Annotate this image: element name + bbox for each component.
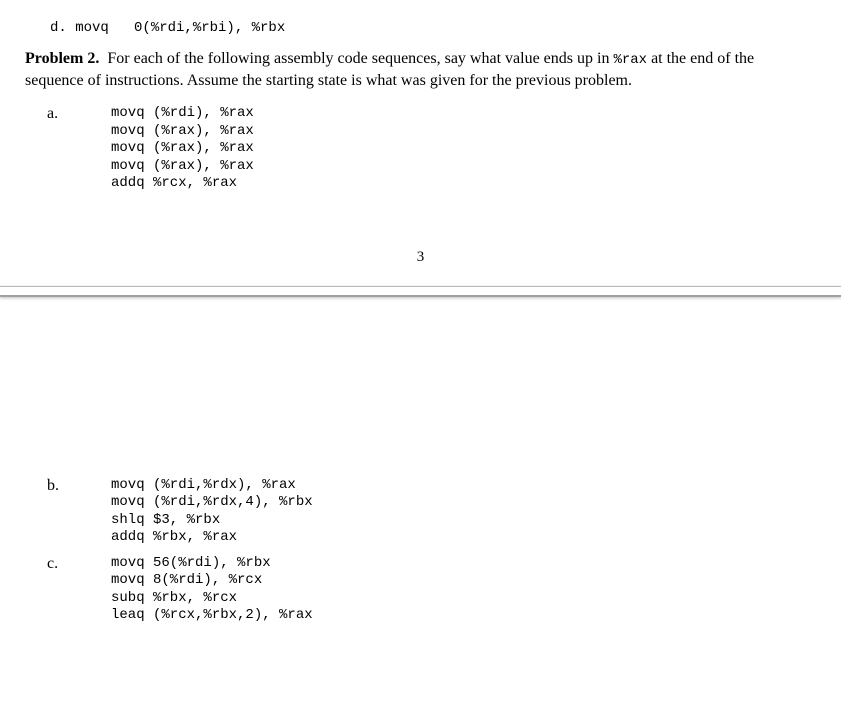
inline-code-rax: %rax bbox=[613, 52, 647, 68]
sub-label-a: a. bbox=[25, 105, 111, 123]
problem-title: Problem 2. bbox=[25, 50, 99, 67]
sub-label-c: c. bbox=[25, 555, 111, 573]
page-divider bbox=[0, 286, 841, 297]
sub-code-a: movq (%rdi), %rax movq (%rax), %rax movq… bbox=[111, 105, 254, 193]
problem-header: Problem 2. For each of the following ass… bbox=[25, 48, 816, 91]
sub-item-c: c. movq 56(%rdi), %rbx movq 8(%rdi), %rc… bbox=[25, 555, 816, 625]
previous-item-cutoff: d. movq 0(%rdi,%rbi), %rbx bbox=[25, 20, 816, 36]
sub-label-b: b. bbox=[25, 477, 111, 495]
sub-item-a: a. movq (%rdi), %rax movq (%rax), %rax m… bbox=[25, 105, 816, 193]
sub-item-b: b. movq (%rdi,%rdx), %rax movq (%rdi,%rd… bbox=[25, 477, 816, 547]
problem-body-before: For each of the following assembly code … bbox=[107, 50, 613, 67]
sub-code-c: movq 56(%rdi), %rbx movq 8(%rdi), %rcx s… bbox=[111, 555, 313, 625]
page-number: 3 bbox=[25, 249, 816, 266]
sub-code-b: movq (%rdi,%rdx), %rax movq (%rdi,%rdx,4… bbox=[111, 477, 313, 547]
